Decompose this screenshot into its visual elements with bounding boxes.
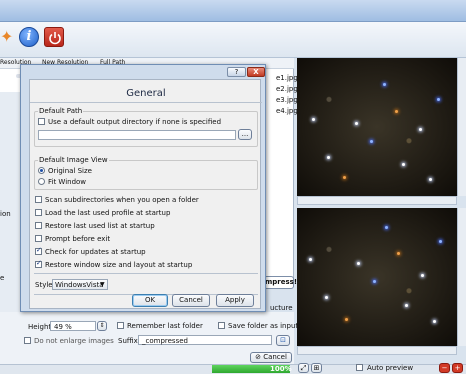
restore-list-label: Restore last used list at startup: [45, 222, 155, 230]
list-item[interactable]: e2.jpg: [276, 85, 298, 93]
ok-button[interactable]: OK: [132, 294, 168, 307]
original-size-radio[interactable]: [38, 167, 45, 174]
compressed-horizontal-scrollbar[interactable]: [297, 346, 457, 355]
height-value: 49 %: [54, 323, 72, 331]
no-enlarge-checkbox[interactable]: [24, 337, 31, 344]
list-item[interactable]: e3.jpg: [276, 96, 298, 104]
list-item[interactable]: e4.jpg: [276, 107, 298, 115]
style-label: Style: [35, 281, 53, 289]
window-title-bar: [0, 0, 466, 22]
divider: [30, 102, 262, 103]
zoom-in-icon[interactable]: +: [452, 363, 463, 373]
side-panel-label: e: [0, 274, 5, 282]
cancel-icon: ⊘: [255, 353, 261, 361]
restore-layout-label: Restore window size and layout at startu…: [45, 261, 193, 269]
original-size-label: Original Size: [48, 167, 92, 175]
power-icon[interactable]: [44, 27, 64, 47]
suffix-label: Suffix:: [118, 337, 141, 345]
zoom-actual-icon[interactable]: ⊞: [311, 363, 322, 373]
height-stepper[interactable]: ⇕: [97, 321, 107, 331]
compressed-preview-image: [297, 208, 457, 346]
scan-subdirectories-label: Scan subdirectories when you open a fold…: [45, 196, 199, 204]
height-field[interactable]: 49 %: [50, 321, 96, 331]
dialog-body: General Default Path Use a default outpu…: [29, 79, 262, 309]
default-image-view-label: Default Image View: [38, 156, 109, 164]
style-value: WindowsVista: [55, 281, 104, 289]
close-button[interactable]: X: [247, 67, 265, 77]
fit-window-label: Fit Window: [48, 178, 87, 186]
cancel-compress-label: Cancel: [263, 353, 287, 361]
zoom-fit-icon[interactable]: ⤢: [298, 363, 309, 373]
original-preview-image: [297, 58, 457, 196]
info-icon[interactable]: i: [19, 27, 39, 47]
use-default-directory-checkbox[interactable]: [38, 118, 45, 125]
preview-vertical-scrollbar[interactable]: [457, 58, 466, 196]
side-panel: ion e: [0, 92, 20, 312]
no-enlarge-label: Do not enlarge images: [34, 337, 114, 345]
browse-path-button[interactable]: ...: [238, 129, 252, 140]
help-button[interactable]: ?: [227, 67, 246, 77]
cancel-button[interactable]: Cancel: [172, 294, 210, 307]
check-updates-label: Check for updates at startup: [45, 248, 146, 256]
compress-button[interactable]: mpress!: [264, 276, 297, 289]
use-default-directory-label: Use a default output directory if none i…: [48, 118, 222, 126]
browse-folder-button[interactable]: ⊡: [276, 335, 290, 346]
load-profile-checkbox[interactable]: [35, 209, 42, 216]
star-icon[interactable]: ✦: [0, 28, 13, 46]
auto-preview-label: Auto preview: [367, 364, 414, 372]
apply-button[interactable]: Apply: [216, 294, 254, 307]
load-profile-label: Load the last used profile at startup: [45, 209, 171, 217]
suffix-field[interactable]: _compressed: [138, 335, 272, 345]
style-dropdown[interactable]: WindowsVista ▼: [52, 279, 108, 290]
fit-window-radio[interactable]: [38, 178, 45, 185]
restore-layout-checkbox[interactable]: [35, 259, 42, 268]
prompt-exit-label: Prompt before exit: [45, 235, 111, 243]
settings-dialog: ? X General Default Path Use a default o…: [20, 64, 266, 312]
remember-folder-checkbox[interactable]: [117, 322, 124, 329]
side-panel-label: ion: [0, 210, 11, 218]
default-path-field[interactable]: [38, 130, 236, 140]
restore-list-checkbox[interactable]: [35, 222, 42, 229]
suffix-value: _compressed: [142, 337, 188, 345]
default-path-label: Default Path: [38, 107, 84, 115]
zoom-out-icon[interactable]: −: [439, 363, 450, 373]
save-folder-checkbox[interactable]: [218, 322, 225, 329]
default-path-group: [34, 111, 258, 147]
list-item[interactable]: e1.jpg: [276, 74, 298, 82]
check-updates-checkbox[interactable]: [35, 246, 42, 255]
compressed-vertical-scrollbar[interactable]: [457, 208, 466, 346]
toolbar: ✦ i: [0, 22, 466, 58]
divider: [34, 273, 258, 274]
dialog-title: General: [126, 88, 166, 99]
progress-label: 100%: [270, 365, 292, 373]
cancel-compress-button[interactable]: ⊘ Cancel: [250, 352, 292, 363]
scan-subdirectories-checkbox[interactable]: [35, 196, 42, 203]
output-options-panel: mpress! ucture Height: 49 % ⇕ Remember l…: [0, 276, 298, 364]
chevron-down-icon: ▼: [100, 281, 105, 288]
auto-preview-checkbox[interactable]: [356, 364, 363, 371]
prompt-exit-checkbox[interactable]: [35, 235, 42, 242]
remember-folder-label: Remember last folder: [127, 322, 203, 330]
save-folder-label: Save folder as input: [228, 322, 299, 330]
preview-horizontal-scrollbar[interactable]: [297, 196, 457, 205]
structure-label: ucture: [270, 304, 293, 312]
